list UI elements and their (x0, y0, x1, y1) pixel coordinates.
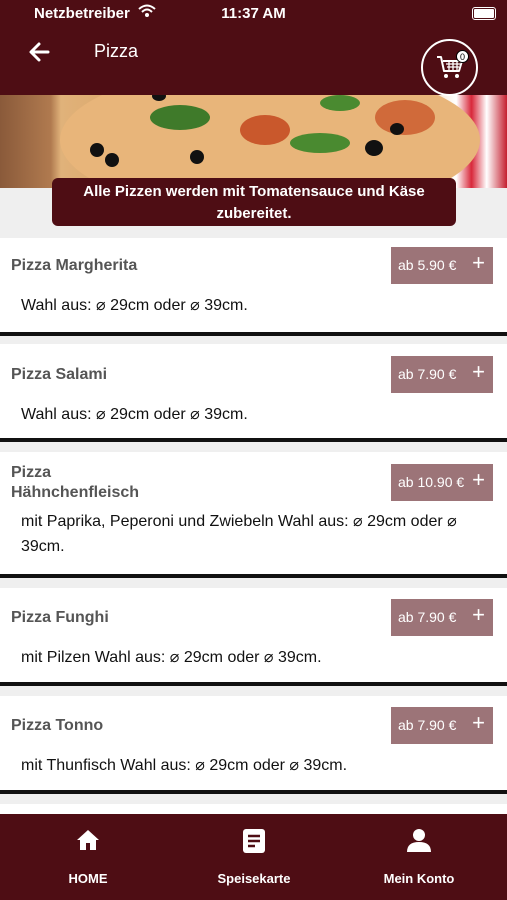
item-name: Pizza Tonno (11, 717, 104, 734)
item-description: mit Thunfisch Wahl aus: ⌀ 29cm oder ⌀ 39… (21, 757, 348, 774)
battery-icon (472, 7, 496, 20)
tab-label: HOME (68, 871, 108, 886)
plus-icon: + (472, 359, 485, 384)
plus-icon: + (472, 467, 485, 492)
list-item[interactable]: Pizza Hähnchenfleisch ab 10.90 € + mit P… (0, 452, 507, 578)
cart-button[interactable]: 0 (421, 39, 478, 96)
status-bar: Netzbetreiber 11:37 AM (0, 0, 507, 28)
price-label: ab 7.90 € (398, 717, 457, 733)
clock: 11:37 AM (221, 5, 286, 22)
user-icon (407, 829, 431, 852)
item-name: Pizza Funghi (11, 609, 109, 626)
home-icon (77, 830, 99, 850)
list-item[interactable]: Pizza Tonno ab 7.90 € + mit Thunfisch Wa… (0, 696, 507, 794)
tab-speisekarte[interactable]: Speisekarte (194, 814, 314, 900)
info-banner: Alle Pizzen werden mit Tomatensauce und … (52, 178, 456, 226)
item-name-line-2: Hähnchenfleisch (11, 484, 140, 501)
price-label: ab 10.90 € (398, 474, 465, 490)
plus-icon: + (472, 710, 485, 735)
banner-line-2: zubereitet. (216, 205, 292, 222)
item-description-line-1: mit Paprika, Peperoni und Zwiebeln Wahl … (21, 513, 457, 530)
item-description: mit Paprika, Peperoni und Zwiebeln Wahl … (21, 509, 491, 559)
item-name: Pizza Salami (11, 366, 108, 383)
list-item[interactable]: Pizza Margherita ab 5.90 € + Wahl aus: ⌀… (0, 238, 507, 336)
add-to-cart-button[interactable]: ab 5.90 € + (391, 247, 493, 284)
tab-label: Speisekarte (217, 871, 291, 886)
list-item[interactable]: Pizza Salami ab 7.90 € + Wahl aus: ⌀ 29c… (0, 344, 507, 442)
item-description: mit Pilzen Wahl aus: ⌀ 29cm oder ⌀ 39cm. (21, 649, 322, 666)
tab-label: Mein Konto (383, 871, 455, 886)
item-name: Pizza Hähnchenfleisch (11, 463, 139, 503)
price-label: ab 7.90 € (398, 366, 457, 382)
list-item[interactable]: Pizza Funghi ab 7.90 € + mit Pilzen Wahl… (0, 588, 507, 686)
item-description: Wahl aus: ⌀ 29cm oder ⌀ 39cm. (21, 406, 248, 423)
tab-home[interactable]: HOME (28, 814, 148, 900)
back-button[interactable] (26, 38, 54, 66)
tab-mein-konto[interactable]: Mein Konto (359, 814, 479, 900)
bottom-tab-bar: HOME Speisekarte Mein Konto (0, 814, 507, 900)
item-name-line-1: Pizza (11, 464, 52, 481)
hero-image (0, 95, 507, 188)
item-description-line-2: 39cm. (21, 538, 65, 555)
add-to-cart-button[interactable]: ab 7.90 € + (391, 707, 493, 744)
menu-card-icon (243, 829, 265, 853)
add-to-cart-button[interactable]: ab 7.90 € + (391, 599, 493, 636)
plus-icon: + (472, 602, 485, 627)
arrow-left-icon (29, 42, 50, 62)
add-to-cart-button[interactable]: ab 7.90 € + (391, 356, 493, 393)
plus-icon: + (472, 250, 485, 275)
add-to-cart-button[interactable]: ab 10.90 € + (391, 464, 493, 501)
banner-line-1: Alle Pizzen werden mit Tomatensauce und … (83, 183, 425, 200)
page-title: Pizza (94, 41, 139, 61)
cart-count-badge: 0 (456, 50, 469, 63)
item-description: Wahl aus: ⌀ 29cm oder ⌀ 39cm. (21, 297, 248, 314)
item-name: Pizza Margherita (11, 257, 138, 274)
price-label: ab 7.90 € (398, 609, 457, 625)
price-label: ab 5.90 € (398, 257, 457, 273)
